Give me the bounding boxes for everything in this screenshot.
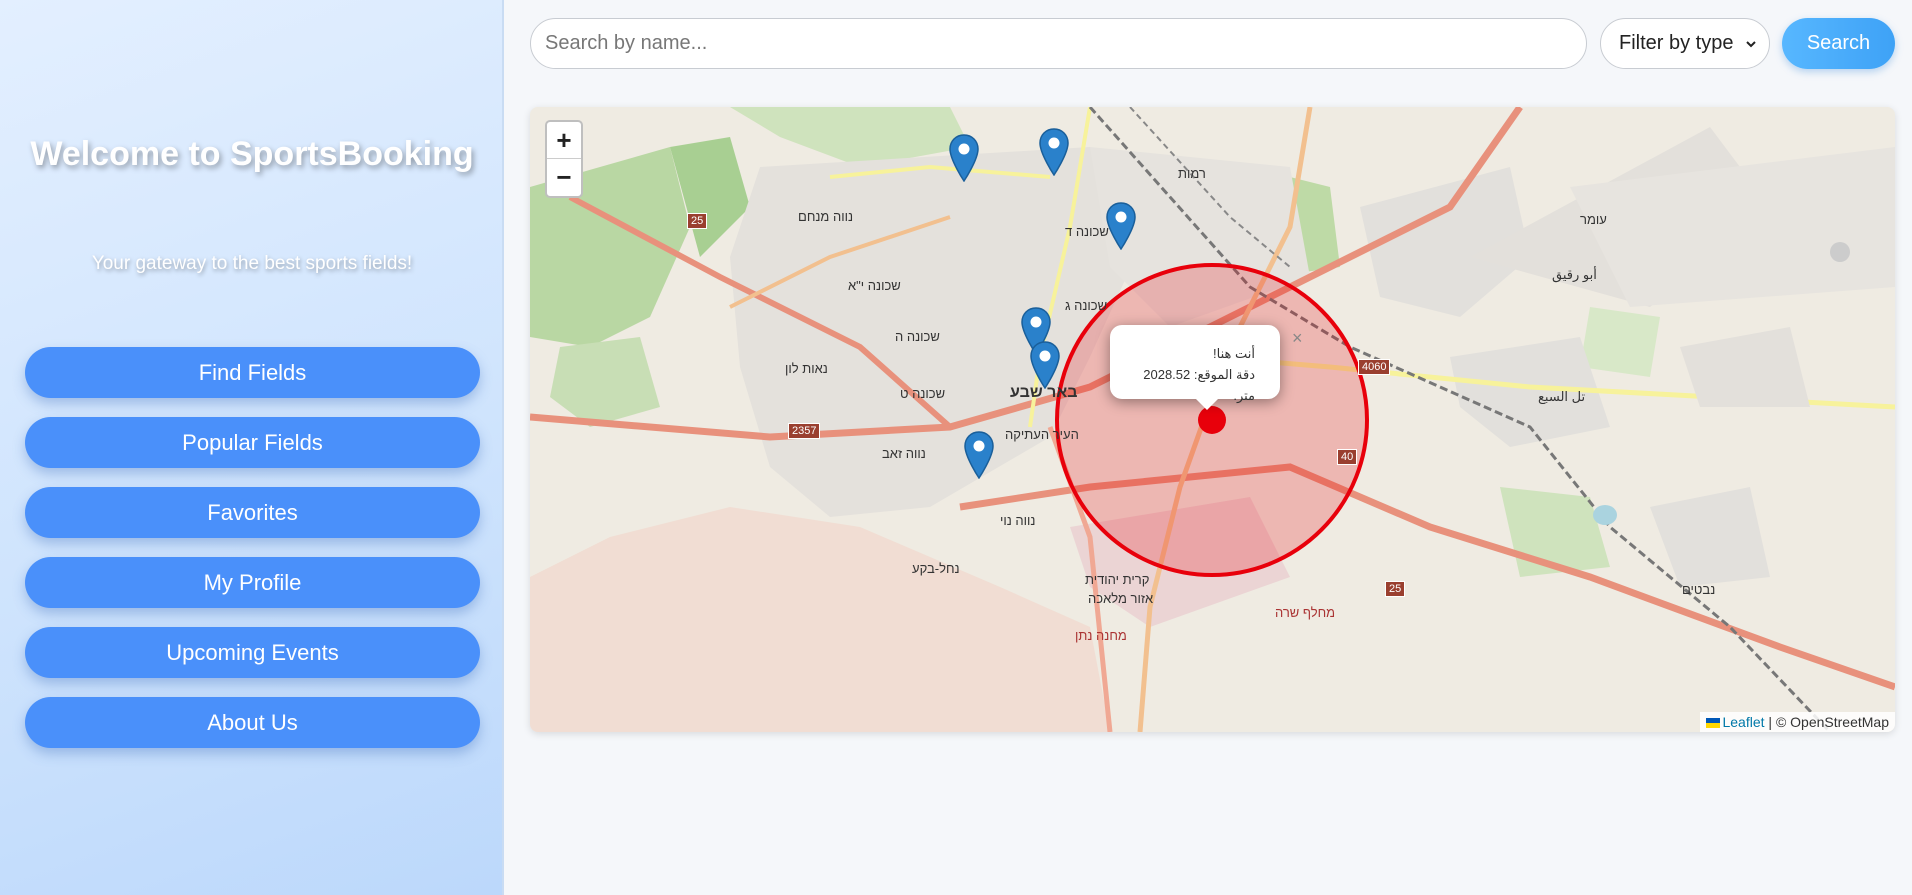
map-label: קרית יהודית [1085,572,1150,587]
filter-selected-label: Filter by type [1619,32,1734,54]
map[interactable]: שכונה ד שכונה ג נווה מנחם שכונה י"א שכונ… [530,107,1895,732]
road-number: 2357 [788,423,821,439]
map-label: שכונה י"א [848,278,901,293]
favorites-button[interactable]: Favorites [25,487,480,538]
chevron-down-icon [1746,40,1756,47]
map-label: העיר העתיקה [1005,427,1079,442]
filter-type-select[interactable]: Filter by type [1600,18,1770,69]
popup-tip [1194,397,1220,410]
map-label: נחל-בקע [912,561,960,576]
map-label: נווה מנחם [798,209,854,224]
popup-title: أنت هنا! [1213,346,1255,361]
find-fields-button[interactable]: Find Fields [25,347,480,398]
about-us-button[interactable]: About Us [25,697,480,748]
sidebar: Welcome to SportsBooking Your gateway to… [0,0,504,895]
map-label: שכונה ג [1065,298,1108,313]
zoom-control: + − [545,120,583,198]
map-label: تل السبع [1538,389,1586,404]
search-input[interactable] [530,18,1587,69]
map-label: מחלף שרה [1275,605,1336,620]
map-attribution: Leaflet | © OpenStreetMap [1700,712,1895,732]
ukraine-flag-icon [1706,718,1721,728]
map-label: שכונה ה [895,329,940,344]
road-number: 25 [1385,581,1406,597]
map-label: أبو رقيق [1552,267,1597,282]
map-label: נווה נוי [1000,513,1036,528]
nav-menu: Find Fields Popular Fields Favorites My … [25,347,480,767]
map-pin-icon[interactable] [949,134,979,182]
map-pin-icon[interactable] [1039,128,1069,176]
road-number: 40 [1337,449,1358,465]
map-pin-icon[interactable] [1030,341,1060,389]
map-label: שכונה ט [900,386,946,401]
popup-accuracy: دقة الموقع: 2028.52 متر. [1143,367,1255,403]
map-tiles[interactable] [530,107,1895,732]
welcome-title: Welcome to SportsBooking [30,135,474,173]
upcoming-events-button[interactable]: Upcoming Events [25,627,480,678]
map-pin-icon[interactable] [964,431,994,479]
leaflet-link[interactable]: Leaflet [1722,714,1764,730]
map-label: מחנה נתן [1075,628,1127,643]
map-label: נווה זאב [882,446,926,461]
close-icon[interactable]: × [1292,329,1303,347]
search-button[interactable]: Search [1782,18,1895,69]
map-label: שכונה ד [1065,224,1109,239]
zoom-out-button[interactable]: − [547,159,581,196]
map-pin-icon[interactable] [1106,202,1136,250]
map-label: נבטים [1682,582,1716,597]
my-profile-button[interactable]: My Profile [25,557,480,608]
attribution-text: | © OpenStreetMap [1764,714,1889,730]
map-label: עומר [1580,212,1607,227]
popular-fields-button[interactable]: Popular Fields [25,417,480,468]
location-popup: أنت هنا! دقة الموقع: 2028.52 متر. [1110,325,1280,403]
tagline: Your gateway to the best sports fields! [91,253,413,274]
road-number: 4060 [1358,359,1391,375]
zoom-in-button[interactable]: + [547,122,581,159]
map-label: אזור מלאכה [1088,591,1154,606]
map-label: נאות לון [785,361,828,376]
map-label: רמות [1178,166,1206,181]
road-number: 25 [687,213,708,229]
